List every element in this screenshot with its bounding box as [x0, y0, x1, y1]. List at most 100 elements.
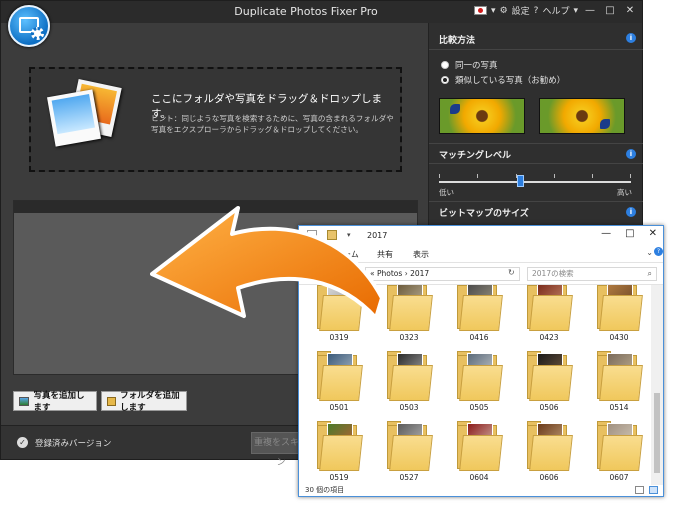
- folder-item[interactable]: [597, 351, 643, 401]
- explorer-window-controls: — □ ✕: [601, 228, 657, 239]
- bitmap-size-title: ビットマップのサイズ: [439, 209, 529, 219]
- matching-level-slider-thumb[interactable]: [516, 175, 524, 187]
- photos-icon: [47, 78, 122, 151]
- folder-item[interactable]: [597, 285, 643, 331]
- matching-level-title: マッチングレベル: [439, 151, 512, 161]
- folder-name[interactable]: 0514: [597, 403, 641, 412]
- folder-item[interactable]: [387, 351, 433, 401]
- folder-front-shape: [389, 295, 433, 331]
- explorer-status-bar: 30 個の項目: [299, 485, 663, 496]
- explorer-maximize-button[interactable]: □: [625, 228, 634, 239]
- folder-name[interactable]: 0501: [317, 403, 361, 412]
- folder-item[interactable]: [317, 351, 363, 401]
- folder-front-shape: [599, 365, 643, 401]
- large-icons-view-icon[interactable]: [649, 486, 658, 494]
- folder-front-shape: [319, 365, 363, 401]
- folder-front-shape: [459, 295, 503, 331]
- compare-info-icon[interactable]: i: [626, 33, 636, 43]
- address-separator: ›: [404, 269, 408, 278]
- explorer-minimize-button[interactable]: —: [601, 228, 611, 239]
- folder-item[interactable]: [457, 285, 503, 331]
- level-high-label: 高い: [617, 188, 632, 197]
- folder-front-shape: [389, 365, 433, 401]
- slider-tick: [554, 174, 555, 178]
- minimize-button[interactable]: —: [582, 5, 598, 16]
- folder-name[interactable]: 0423: [527, 333, 571, 342]
- folder-name[interactable]: 0505: [457, 403, 501, 412]
- folder-item[interactable]: [457, 351, 503, 401]
- search-placeholder: 2017の検索: [532, 269, 574, 278]
- matching-level-slider-track[interactable]: [439, 181, 631, 183]
- folder-front-shape: [529, 435, 573, 471]
- folder-item[interactable]: [527, 421, 573, 471]
- settings-menu[interactable]: 設定: [512, 4, 530, 17]
- drop-zone[interactable]: ここにフォルダや写真をドラッグ＆ドロップします。 ヒント：同じような写真を検索す…: [29, 67, 402, 172]
- sample-image-similar: [539, 98, 625, 134]
- divider: [429, 49, 643, 50]
- app-title: Duplicate Photos Fixer Pro: [234, 5, 378, 18]
- help-icon[interactable]: ?: [534, 6, 539, 16]
- divider: [429, 201, 643, 202]
- folder-front-shape: [599, 435, 643, 471]
- explorer-help-icon[interactable]: ?: [654, 247, 663, 256]
- scrollbar-thumb[interactable]: [654, 393, 660, 473]
- folder-name[interactable]: 0319: [317, 333, 361, 342]
- sample-image-exact: [439, 98, 525, 134]
- check-icon: ✓: [17, 437, 28, 448]
- add-photos-label: 写真を追加します: [33, 391, 85, 413]
- folder-name[interactable]: 0323: [387, 333, 431, 342]
- add-photos-button[interactable]: 写真を追加します: [13, 391, 97, 413]
- address-crumb-2017[interactable]: 2017: [410, 269, 429, 278]
- level-low-label: 低い: [439, 188, 454, 197]
- folder-item[interactable]: [597, 421, 643, 471]
- folder-front-shape: [459, 365, 503, 401]
- folder-item[interactable]: [527, 285, 573, 331]
- explorer-close-button[interactable]: ✕: [649, 228, 657, 239]
- folder-item[interactable]: [527, 351, 573, 401]
- image-icon: [19, 396, 30, 406]
- slider-tick: [592, 174, 593, 178]
- vertical-scrollbar[interactable]: [651, 285, 663, 485]
- search-icon: ⌕: [647, 269, 652, 278]
- radio-exact-label: 同一の写真: [455, 61, 498, 71]
- folder-name[interactable]: 0416: [457, 333, 501, 342]
- folder-name[interactable]: 0503: [387, 403, 431, 412]
- ribbon-expand-icon[interactable]: ⌄: [646, 248, 653, 257]
- bitmap-info-icon[interactable]: i: [626, 207, 636, 217]
- close-button[interactable]: ✕: [622, 5, 638, 16]
- ribbon-tab-view[interactable]: 表示: [413, 249, 429, 260]
- folder-item[interactable]: [317, 421, 363, 471]
- folder-name[interactable]: 0430: [597, 333, 641, 342]
- compare-method-title: 比較方法: [439, 36, 476, 46]
- radio-similar-match[interactable]: 類似している写真（お勧め）: [441, 74, 565, 86]
- slider-tick: [477, 174, 478, 178]
- folder-name[interactable]: 0607: [597, 473, 641, 482]
- folder-item[interactable]: [387, 285, 433, 331]
- language-dropdown-icon[interactable]: ▾: [491, 6, 496, 16]
- language-flag-icon[interactable]: [474, 6, 488, 15]
- matching-info-icon[interactable]: i: [626, 149, 636, 159]
- folder-name[interactable]: 0604: [457, 473, 501, 482]
- folder-front-shape: [529, 365, 573, 401]
- maximize-button[interactable]: □: [602, 5, 618, 16]
- folder-name[interactable]: 0519: [317, 473, 361, 482]
- slider-tick: [630, 174, 631, 178]
- folder-name[interactable]: 0506: [527, 403, 571, 412]
- folder-item[interactable]: [457, 421, 503, 471]
- folder-item[interactable]: [387, 421, 433, 471]
- help-dropdown-icon[interactable]: ▾: [573, 6, 578, 16]
- search-input[interactable]: 2017の検索 ⌕: [527, 267, 657, 281]
- folder-name[interactable]: 0527: [387, 473, 431, 482]
- help-menu[interactable]: ヘルプ: [542, 4, 569, 17]
- radio-exact-match[interactable]: 同一の写真: [441, 59, 498, 71]
- radio-similar-label: 類似している写真（お勧め）: [455, 76, 566, 86]
- refresh-icon[interactable]: ↻: [508, 268, 515, 277]
- settings-gear-icon[interactable]: ⚙: [500, 6, 508, 16]
- folder-name[interactable]: 0606: [527, 473, 571, 482]
- details-view-icon[interactable]: [635, 486, 644, 494]
- slider-tick: [439, 174, 440, 178]
- drag-arrow-icon: [150, 206, 384, 320]
- folder-front-shape: [389, 435, 433, 471]
- add-folder-button[interactable]: フォルダを追加します: [101, 391, 187, 413]
- title-bar-controls: ▾ ⚙ 設定 ? ヘルプ ▾ — □ ✕: [474, 4, 638, 17]
